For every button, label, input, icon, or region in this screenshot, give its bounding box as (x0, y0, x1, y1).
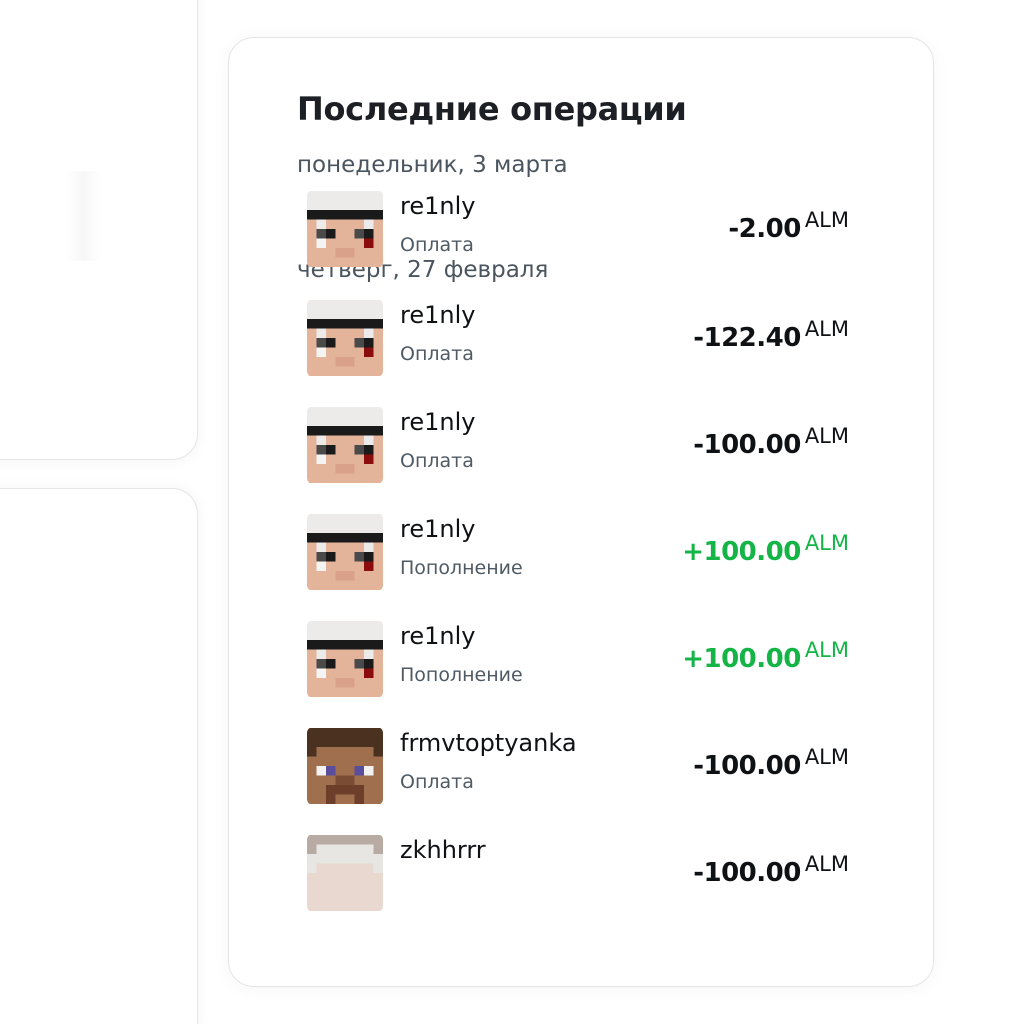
amount-currency: ALM (804, 424, 849, 448)
transaction-user: re1nly (400, 622, 476, 650)
transaction-type: Оплата (400, 771, 474, 793)
amount-currency: ALM (804, 531, 849, 555)
transaction-amount: -122.40 ALM (693, 317, 849, 353)
transaction-row[interactable]: re1nly Пополнение +100.00 ALM (297, 616, 849, 723)
amount-value: -2.00 (728, 214, 801, 244)
transaction-row[interactable]: re1nly Оплата -100.00 ALM (297, 402, 849, 509)
pale-skin-icon (307, 834, 383, 912)
amount-value: -122.40 (693, 323, 801, 353)
white-haired-skin-icon (307, 406, 383, 484)
amount-currency: ALM (804, 745, 849, 769)
amount-currency: ALM (804, 317, 849, 341)
day-header: понедельник, 3 марта (297, 152, 568, 178)
panel-title: Последние операции (297, 90, 687, 128)
amount-currency: ALM (804, 852, 849, 876)
transaction-user: re1nly (400, 408, 476, 436)
side-card-top (0, 0, 198, 460)
white-haired-skin-icon (307, 620, 383, 698)
transaction-row[interactable]: re1nly Оплата -2.00 ALM (297, 186, 849, 293)
white-haired-skin-icon (307, 190, 383, 268)
transaction-user: re1nly (400, 515, 476, 543)
amount-value: -100.00 (693, 430, 801, 460)
white-haired-skin-icon (307, 513, 383, 591)
transaction-user: zkhhrrr (400, 836, 486, 864)
transaction-user: re1nly (400, 192, 476, 220)
recent-operations-panel: Последние операции понедельник, 3 марта … (228, 37, 934, 987)
transaction-amount: -100.00 ALM (693, 745, 849, 781)
transaction-user: re1nly (400, 301, 476, 329)
transaction-amount: -100.00 ALM (693, 424, 849, 460)
transaction-type: Оплата (400, 234, 474, 256)
amount-value: +100.00 (682, 537, 801, 567)
transaction-type: Пополнение (400, 557, 523, 579)
transaction-type: Оплата (400, 450, 474, 472)
transaction-amount: -2.00 ALM (728, 208, 849, 244)
white-haired-skin-icon (307, 299, 383, 377)
side-card-bottom (0, 488, 198, 1024)
amount-value: -100.00 (693, 858, 801, 888)
transaction-row[interactable]: frmvtoptyanka Оплата -100.00 ALM (297, 723, 849, 830)
amount-value: -100.00 (693, 751, 801, 781)
transaction-amount: +100.00 ALM (682, 638, 849, 674)
brown-haired-skin-icon (307, 727, 383, 805)
transaction-amount: +100.00 ALM (682, 531, 849, 567)
transaction-user: frmvtoptyanka (400, 729, 577, 757)
amount-value: +100.00 (682, 644, 801, 674)
transaction-type: Оплата (400, 343, 474, 365)
list-fade (229, 916, 933, 986)
transaction-row[interactable]: re1nly Оплата -122.40 ALM (297, 295, 849, 402)
amount-currency: ALM (804, 638, 849, 662)
transactions-list: понедельник, 3 марта re1nly Оплата -2.00… (297, 148, 849, 937)
faint-divider (65, 171, 101, 261)
transaction-row[interactable]: re1nly Пополнение +100.00 ALM (297, 509, 849, 616)
amount-currency: ALM (804, 208, 849, 232)
transaction-type: Пополнение (400, 664, 523, 686)
transaction-amount: -100.00 ALM (693, 852, 849, 888)
